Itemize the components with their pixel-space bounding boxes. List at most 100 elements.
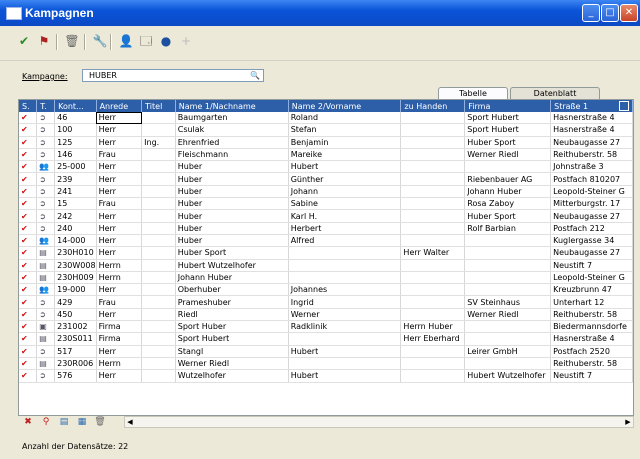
checkmark-icon[interactable]: ✔ (19, 123, 38, 137)
table-cell[interactable]: Rolf Barbian (464, 222, 552, 235)
table-cell[interactable] (288, 332, 402, 346)
table-cell[interactable]: Herr (96, 234, 143, 248)
table-row[interactable]: ✔ ➲ 241 Herr Huber Johann Johann Huber Leopold-… (19, 185, 633, 199)
table-cell[interactable] (141, 123, 176, 137)
column-header[interactable]: Anrede (96, 100, 143, 112)
table-cell[interactable]: Neubaugasse 27 (550, 136, 633, 149)
scroll-left-icon[interactable]: ◀ (125, 417, 135, 427)
checkmark-icon[interactable]: ✔ (19, 308, 38, 322)
maximize-button[interactable]: □ (601, 4, 619, 22)
table-cell[interactable]: 230W008 (54, 259, 97, 272)
table-row[interactable]: ✔ ➲ 46 Herr Baumgarten Roland Sport Hubert Hasn… (19, 112, 633, 125)
checkmark-icon[interactable]: ✔ (19, 332, 38, 346)
table-cell[interactable] (141, 172, 176, 186)
table-cell[interactable]: Biedermannsdorfe (550, 320, 633, 334)
table-cell[interactable]: Csulak (175, 123, 289, 137)
chart-icon[interactable]: ▦ (76, 416, 88, 428)
table-cell[interactable] (400, 148, 466, 162)
table-cell[interactable]: Ing. (141, 136, 176, 149)
table-cell[interactable] (464, 234, 552, 248)
table-cell[interactable]: Johann Huber (175, 271, 289, 285)
table-cell[interactable] (400, 271, 466, 285)
table-cell[interactable] (464, 320, 552, 334)
table-cell[interactable]: Reithuberstr. 58 (550, 148, 633, 162)
checkmark-icon[interactable]: ✔ (19, 172, 38, 186)
table-row[interactable]: ✔ ▤ 230W008 Herrn Hubert Wutzelhofer Neustift… (19, 259, 633, 272)
table-cell[interactable]: Leopold-Steiner G (550, 271, 633, 285)
horizontal-scrollbar[interactable]: ◀ ▶ (124, 416, 634, 428)
checkmark-icon[interactable]: ✔ (19, 185, 38, 199)
table-cell[interactable]: Sport Hubert (464, 123, 552, 137)
table-cell[interactable]: Johnstraße 3 (550, 160, 633, 174)
table-cell[interactable]: 230H010 (54, 246, 97, 260)
table-cell[interactable] (400, 369, 466, 383)
checkmark-icon[interactable]: ✔ (19, 295, 38, 309)
table-cell[interactable]: Sabine (288, 197, 402, 211)
wrench-icon[interactable]: 🔧 (92, 33, 108, 49)
table-cell[interactable] (400, 160, 466, 174)
table-cell[interactable]: Huber Sport (464, 209, 552, 223)
table-cell[interactable]: Reithuberstr. 58 (550, 308, 633, 322)
checkmark-icon[interactable]: ✔ (19, 369, 38, 383)
table-row[interactable]: ✔ ▤ 230R006 Herrn Werner Riedl Reithuberstr. … (19, 357, 633, 371)
table-cell[interactable]: Karl H. (288, 209, 402, 223)
table-cell[interactable]: Postfach 810207 (550, 172, 633, 186)
table-cell[interactable]: 242 (54, 209, 97, 223)
table-row[interactable]: ✔ ➲ 576 Herr Wutzelhofer Hubert Hubert Wutzelh… (19, 369, 633, 383)
table-cell[interactable]: Kreuzbrunn 47 (550, 283, 633, 297)
export-icon[interactable]: ▤ (58, 416, 70, 428)
checkmark-icon[interactable]: ✔ (19, 259, 38, 272)
column-header[interactable]: zu Handen (400, 100, 466, 112)
table-cell[interactable]: 241 (54, 185, 97, 199)
table-cell[interactable] (400, 222, 466, 235)
table-row[interactable]: ✔ ➲ 450 Herr Riedl Werner Werner Riedl Reithube… (19, 308, 633, 322)
table-cell[interactable] (141, 357, 176, 371)
checkmark-icon[interactable]: ✔ (19, 222, 38, 235)
table-cell[interactable] (141, 148, 176, 162)
table-cell[interactable]: Huber (175, 160, 289, 174)
table-cell[interactable]: Frau (96, 295, 143, 309)
table-cell[interactable]: Herrn Huber (400, 320, 466, 334)
table-row[interactable]: ✔ ➲ 242 Herr Huber Karl H. Huber Sport Neubauga… (19, 209, 633, 223)
column-chooser-button[interactable] (619, 101, 629, 111)
table-cell[interactable]: Hubert (288, 160, 402, 174)
table-cell[interactable]: Stefan (288, 123, 402, 137)
table-cell[interactable]: 19-000 (54, 283, 97, 297)
table-cell[interactable]: Werner Riedl (464, 308, 552, 322)
table-cell[interactable]: Stangl (175, 345, 289, 358)
table-cell[interactable]: Herrn (96, 357, 143, 371)
trash-icon[interactable]: 🗑 (64, 33, 80, 49)
table-cell[interactable]: Hubert (288, 369, 402, 383)
table-cell[interactable] (400, 295, 466, 309)
table-cell[interactable]: Riebenbauer AG (464, 172, 552, 186)
table-cell[interactable] (141, 185, 176, 199)
table-cell[interactable]: Herr (96, 345, 143, 358)
table-cell[interactable]: Herrn (96, 271, 143, 285)
table-cell[interactable]: 239 (54, 172, 97, 186)
table-cell[interactable]: Johannes (288, 283, 402, 297)
table-cell[interactable]: Firma (96, 332, 143, 346)
table-cell[interactable]: Wutzelhofer (175, 369, 289, 383)
table-cell[interactable]: Huber (175, 185, 289, 199)
table-cell[interactable] (141, 112, 176, 125)
search-icon[interactable]: 🔍 (250, 70, 260, 81)
checkmark-icon[interactable]: ✔ (19, 357, 38, 371)
user-icon[interactable]: 👤 (118, 33, 134, 49)
table-cell[interactable] (464, 160, 552, 174)
table-row[interactable]: ✔ ▣ 231002 Firma Sport Huber Radklinik Herrn H… (19, 320, 633, 334)
checkmark-icon[interactable]: ✔ (19, 148, 38, 162)
column-header[interactable]: Name 2/Vorname (288, 100, 402, 112)
table-cell[interactable]: Ingrid (288, 295, 402, 309)
table-cell[interactable]: Leopold-Steiner G (550, 185, 633, 199)
table-cell[interactable]: Leirer GmbH (464, 345, 552, 358)
table-cell[interactable]: Huber Sport (464, 136, 552, 149)
table-cell[interactable]: Sport Hubert (175, 332, 289, 346)
table-cell[interactable] (141, 332, 176, 346)
close-button[interactable]: ✕ (620, 4, 638, 22)
table-cell[interactable]: Herr (96, 136, 143, 149)
table-cell[interactable]: Hasnerstraße 4 (550, 112, 633, 125)
table-cell[interactable]: Frau (96, 148, 143, 162)
table-cell[interactable]: Frau (96, 197, 143, 211)
table-cell[interactable]: Werner Riedl (464, 148, 552, 162)
table-cell[interactable] (141, 222, 176, 235)
